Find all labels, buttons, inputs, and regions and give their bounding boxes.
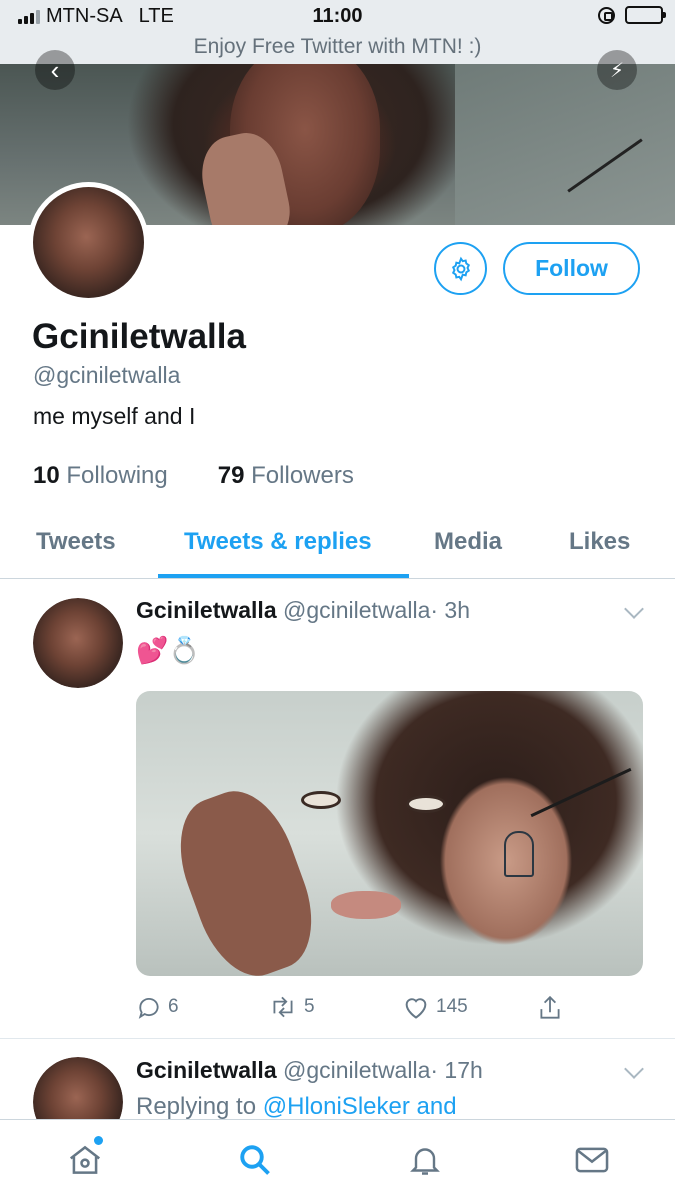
followers-link[interactable]: 79 Followers: [218, 462, 354, 490]
following-count: 10: [33, 462, 60, 489]
replying-prefix: Replying to: [136, 1093, 257, 1120]
user-handle: @gciniletwalla: [33, 362, 181, 388]
reply-mention-link[interactable]: @HloniSleker and: [263, 1093, 457, 1120]
tweet-media-image[interactable]: [136, 691, 643, 976]
share-button[interactable]: ⚡: [597, 50, 637, 90]
tab-tweets-replies[interactable]: Tweets & replies: [184, 528, 372, 556]
active-tab-indicator: [158, 574, 409, 578]
back-button[interactable]: ‹: [35, 50, 75, 90]
profile-avatar[interactable]: [28, 182, 149, 303]
tab-tweets[interactable]: Tweets: [36, 528, 116, 556]
chevron-down-icon[interactable]: [624, 599, 644, 619]
tweet-time: · 3h: [430, 597, 470, 623]
display-name: Gciniletwalla: [32, 317, 246, 356]
following-link[interactable]: 10 Following: [33, 462, 168, 490]
back-icon: ‹: [50, 54, 60, 85]
bottom-navigation: [0, 1119, 675, 1200]
tab-likes[interactable]: Likes: [569, 528, 630, 556]
notification-dot: [94, 1136, 103, 1145]
tweet-header: Gciniletwalla @gciniletwalla· 17h: [136, 1057, 483, 1084]
notifications-icon: [410, 1148, 440, 1175]
like-count: 145: [436, 996, 468, 1017]
tweet-time: · 17h: [430, 1057, 483, 1083]
nav-messages[interactable]: [572, 1140, 612, 1180]
tweet-text: 💕💍: [136, 635, 201, 665]
profile-tabs: Tweets Tweets & replies Media Likes: [0, 520, 675, 579]
replying-to: Replying to @HloniSleker and: [136, 1093, 457, 1121]
nav-search[interactable]: [235, 1140, 275, 1180]
follow-button[interactable]: Follow: [503, 242, 640, 295]
user-bio: me myself and I: [33, 403, 196, 429]
follow-stats: 10 Following 79 Followers: [33, 462, 354, 490]
nav-notifications[interactable]: [405, 1140, 445, 1180]
followers-label: Followers: [251, 462, 354, 489]
tweet-header: Gciniletwalla @gciniletwalla· 3h: [136, 597, 470, 624]
status-bar: MTN-SA LTE 11:00 Enjoy Free Twitter with…: [0, 0, 675, 64]
retweet-icon: [273, 996, 293, 1018]
reply-icon: [138, 997, 159, 1019]
tweet-divider: [0, 1038, 675, 1039]
rotation-lock-icon: [598, 6, 615, 24]
messages-icon: [575, 1147, 609, 1173]
retweet-action[interactable]: 5: [268, 994, 315, 1020]
tweet-author-handle: @gciniletwalla: [283, 597, 431, 623]
retweet-count: 5: [304, 996, 315, 1017]
tweet-author-name[interactable]: Gciniletwalla: [136, 597, 277, 623]
share-up-icon: [540, 995, 560, 1019]
tweet-avatar[interactable]: [33, 598, 123, 688]
reply-action[interactable]: 6: [136, 994, 179, 1020]
share-tweet-action[interactable]: [537, 994, 563, 1022]
carrier-banner[interactable]: Enjoy Free Twitter with MTN! :): [0, 35, 675, 59]
share-icon: ⚡: [609, 59, 625, 82]
following-label: Following: [66, 462, 168, 489]
gear-icon: [451, 256, 470, 281]
clock: 11:00: [312, 5, 363, 27]
reply-count: 6: [168, 996, 179, 1017]
status-icons: [598, 6, 666, 24]
home-icon: [69, 1145, 101, 1174]
battery-icon: [625, 6, 666, 24]
nav-home[interactable]: [65, 1136, 105, 1180]
tweet-author-name[interactable]: Gciniletwalla: [136, 1057, 277, 1083]
search-icon: [240, 1145, 270, 1175]
tab-media[interactable]: Media: [434, 528, 502, 556]
tweet-author-handle: @gciniletwalla: [283, 1057, 431, 1083]
like-action[interactable]: 145: [402, 994, 468, 1020]
followers-count: 79: [217, 462, 245, 489]
like-icon: [405, 998, 427, 1019]
chevron-down-icon[interactable]: [624, 1059, 644, 1079]
settings-button[interactable]: [434, 242, 487, 295]
